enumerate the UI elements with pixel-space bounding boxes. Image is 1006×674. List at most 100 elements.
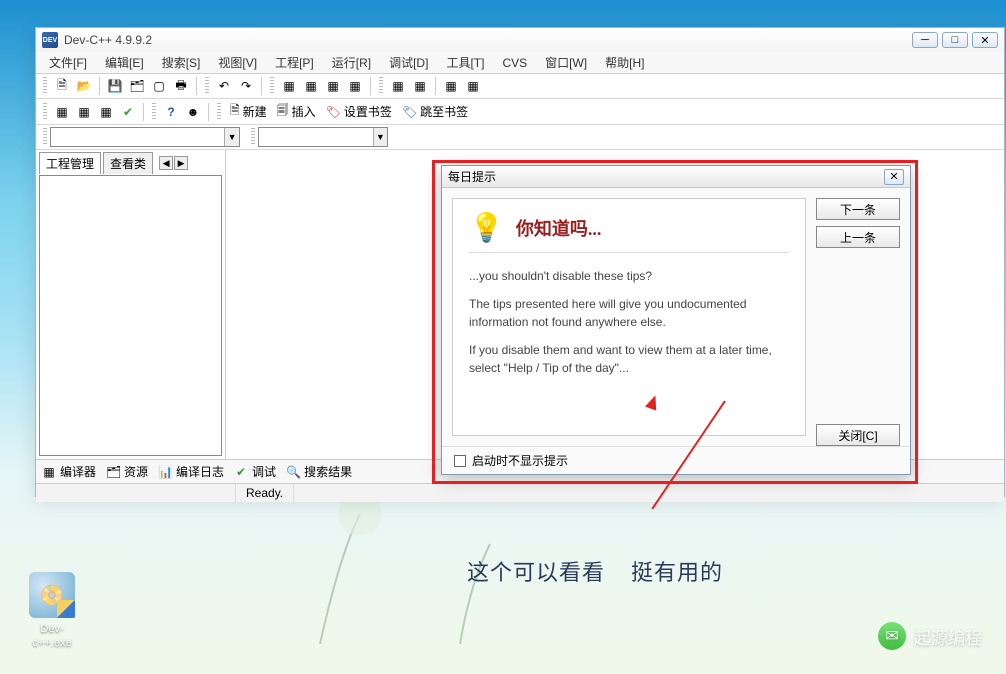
insert-button[interactable]: 🗐插入: [273, 101, 320, 122]
about-icon[interactable]: ☻: [183, 102, 203, 122]
close-tip-button[interactable]: 关闭[C]: [816, 424, 900, 446]
resources-icon: 🗂: [106, 465, 120, 479]
saveall-icon[interactable]: 🗂: [127, 76, 147, 96]
print-icon[interactable]: 🖶: [171, 76, 191, 96]
grip-icon: [152, 103, 156, 121]
tool-icon[interactable]: ▦: [463, 76, 483, 96]
dont-show-checkbox[interactable]: [454, 455, 466, 467]
menubar: 文件[F] 编辑[E] 搜索[S] 视图[V] 工程[P] 运行[R] 调试[D…: [36, 52, 1004, 74]
grip-icon: [43, 77, 47, 95]
dont-show-label: 启动时不显示提示: [472, 452, 568, 469]
close-button[interactable]: ✕: [972, 32, 998, 48]
class-combo-input[interactable]: [259, 128, 373, 146]
tab-classes[interactable]: 查看类: [103, 152, 153, 174]
file-combo-input[interactable]: [51, 128, 224, 146]
next-tip-button[interactable]: 下一条: [816, 198, 900, 220]
tab-compiler[interactable]: ▦编译器: [42, 463, 96, 480]
statusbar: Ready.: [36, 483, 1004, 502]
profile-icon[interactable]: ▦: [441, 76, 461, 96]
minimize-button[interactable]: ─: [912, 32, 938, 48]
chevron-down-icon[interactable]: ▼: [224, 128, 239, 146]
bookmark-icon: 🏷: [326, 105, 341, 119]
window-title: Dev-C++ 4.9.9.2: [64, 33, 152, 47]
lightbulb-icon: 💡: [469, 211, 504, 244]
dialog-close-button[interactable]: ✕: [884, 169, 904, 185]
redo-icon[interactable]: ↷: [236, 76, 256, 96]
tip-heading: 你知道吗...: [516, 215, 602, 241]
save-icon[interactable]: 💾: [105, 76, 125, 96]
prev-tip-button[interactable]: 上一条: [816, 226, 900, 248]
grip-icon: [217, 103, 221, 121]
grid2-icon[interactable]: ▦: [74, 102, 94, 122]
new-button[interactable]: 🗎新建: [226, 101, 271, 122]
toolbar-combo: ▼ ▼: [36, 125, 1004, 150]
menu-edit[interactable]: 编辑[E]: [96, 54, 153, 71]
grip-icon: [379, 77, 383, 95]
menu-debug[interactable]: 调试[D]: [380, 54, 437, 71]
status-cell-1: [36, 484, 236, 502]
compile-run-icon[interactable]: ▦: [323, 76, 343, 96]
tab-project[interactable]: 工程管理: [39, 152, 101, 174]
desktop-icon-label: Dev-c++.exe: [22, 622, 82, 651]
menu-tools[interactable]: 工具[T]: [437, 54, 493, 71]
menu-file[interactable]: 文件[F]: [40, 54, 96, 71]
dialog-titlebar: 每日提示 ✕: [442, 166, 910, 188]
grid1-icon[interactable]: ▦: [52, 102, 72, 122]
tab-debug[interactable]: ✔调试: [234, 463, 276, 480]
nsis-icon: 📀: [29, 572, 75, 618]
watermark-text: 起源编程: [914, 624, 982, 649]
undo-icon[interactable]: ↶: [214, 76, 234, 96]
page-icon: 🗎: [230, 101, 240, 122]
sidebar: 工程管理 查看类 ◀ ▶: [36, 150, 226, 459]
debug-stop-icon[interactable]: ▦: [410, 76, 430, 96]
help-icon[interactable]: ?: [161, 102, 181, 122]
tip-line-2: The tips presented here will give you un…: [469, 295, 789, 331]
menu-cvs[interactable]: CVS: [493, 56, 536, 70]
tip-text: ...you shouldn't disable these tips? The…: [469, 267, 789, 377]
dialog-title: 每日提示: [448, 168, 496, 185]
class-combo[interactable]: ▼: [258, 127, 388, 147]
tip-of-day-dialog: 每日提示 ✕ 💡 你知道吗... ...you shouldn't disabl…: [441, 165, 911, 475]
close-tab-icon[interactable]: ▢: [149, 76, 169, 96]
maximize-button[interactable]: □: [942, 32, 968, 48]
menu-run[interactable]: 运行[R]: [323, 54, 380, 71]
tip-line-1: ...you shouldn't disable these tips?: [469, 267, 789, 285]
tab-scroll-right-icon[interactable]: ▶: [174, 156, 188, 170]
check-icon[interactable]: ✔: [118, 102, 138, 122]
project-tree[interactable]: [39, 175, 222, 456]
menu-window[interactable]: 窗口[W]: [536, 54, 596, 71]
grip-icon: [205, 77, 209, 95]
wechat-icon: ✉: [878, 622, 906, 650]
search-icon: 🔍: [286, 465, 300, 479]
grip-icon: [43, 103, 47, 121]
rebuild-icon[interactable]: ▦: [345, 76, 365, 96]
desktop-shortcut[interactable]: 📀 Dev-c++.exe: [22, 572, 82, 651]
new-file-icon[interactable]: 🗎: [52, 76, 72, 96]
watermark: ✉ 起源编程: [878, 622, 982, 650]
menu-search[interactable]: 搜索[S]: [153, 54, 210, 71]
debug-start-icon[interactable]: ▦: [388, 76, 408, 96]
tab-resources[interactable]: 🗂资源: [106, 463, 148, 480]
grip-icon: [251, 128, 255, 146]
tab-search-results[interactable]: 🔍搜索结果: [286, 463, 352, 480]
menu-view[interactable]: 视图[V]: [209, 54, 266, 71]
log-icon: 📊: [158, 465, 172, 479]
menu-project[interactable]: 工程[P]: [266, 54, 323, 71]
menu-help[interactable]: 帮助[H]: [596, 54, 653, 71]
titlebar: DEV Dev-C++ 4.9.9.2 ─ □ ✕: [36, 28, 1004, 52]
app-icon: DEV: [42, 32, 58, 48]
tab-scroll-left-icon[interactable]: ◀: [159, 156, 173, 170]
compile-icon[interactable]: ▦: [279, 76, 299, 96]
toolbar-main: 🗎 📂 💾 🗂 ▢ 🖶 ↶ ↷ ▦ ▦ ▦ ▦ ▦ ▦ ▦ ▦: [36, 74, 1004, 99]
run-icon[interactable]: ▦: [301, 76, 321, 96]
chevron-down-icon[interactable]: ▼: [373, 128, 387, 146]
tab-log[interactable]: 📊编译日志: [158, 463, 224, 480]
bookmark-jump-icon: 🏷: [402, 105, 417, 119]
set-bookmark-button[interactable]: 🏷设置书签: [322, 103, 396, 120]
grip-icon: [270, 77, 274, 95]
jump-bookmark-button[interactable]: 🏷跳至书签: [398, 103, 472, 120]
grid3-icon[interactable]: ▦: [96, 102, 116, 122]
compiler-icon: ▦: [42, 465, 56, 479]
file-combo[interactable]: ▼: [50, 127, 240, 147]
open-icon[interactable]: 📂: [74, 76, 94, 96]
